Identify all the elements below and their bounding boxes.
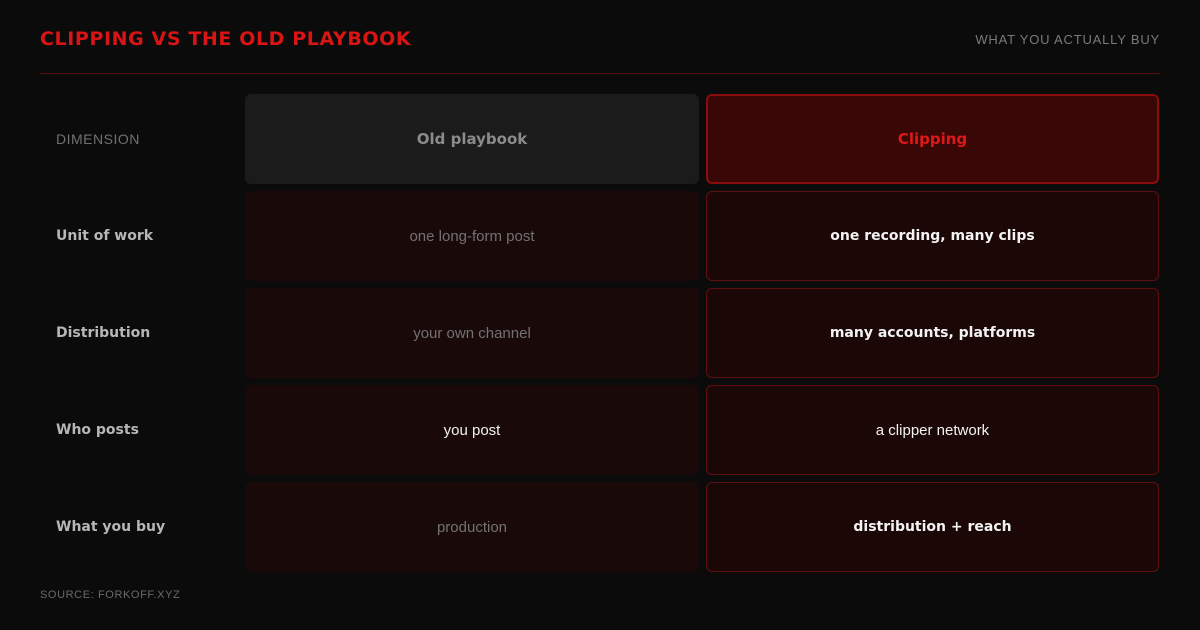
comparison-table: DIMENSION Old playbook Clipping Unit of …: [40, 94, 1159, 572]
clipping-cell-distribution: many accounts, platforms: [706, 288, 1159, 378]
page-subtitle: WHAT YOU ACTUALLY BUY: [975, 32, 1160, 47]
source-credit: SOURCE: FORKOFF.XYZ: [40, 589, 181, 601]
clipping-cell-who-posts: a clipper network: [706, 385, 1159, 475]
old-cell-what-you-buy: production: [245, 482, 699, 572]
column-header-old-playbook: Old playbook: [245, 94, 699, 184]
clipping-cell-unit-of-work: one recording, many clips: [706, 191, 1159, 281]
old-cell-who-posts: you post: [245, 385, 699, 475]
old-cell-unit-of-work: one long-form post: [245, 191, 699, 281]
row-label-distribution: Distribution: [56, 325, 151, 341]
row-label-who-posts: Who posts: [56, 422, 139, 438]
clipping-cell-what-you-buy: distribution + reach: [706, 482, 1159, 572]
header-divider: [40, 73, 1160, 74]
row-label-what-you-buy: What you buy: [56, 519, 166, 535]
row-label-unit-of-work: Unit of work: [56, 228, 154, 244]
column-header-dimension: DIMENSION: [56, 131, 140, 147]
column-header-clipping: Clipping: [706, 94, 1159, 184]
old-cell-distribution: your own channel: [245, 288, 699, 378]
page-title: CLIPPING VS THE OLD PLAYBOOK: [40, 28, 412, 50]
